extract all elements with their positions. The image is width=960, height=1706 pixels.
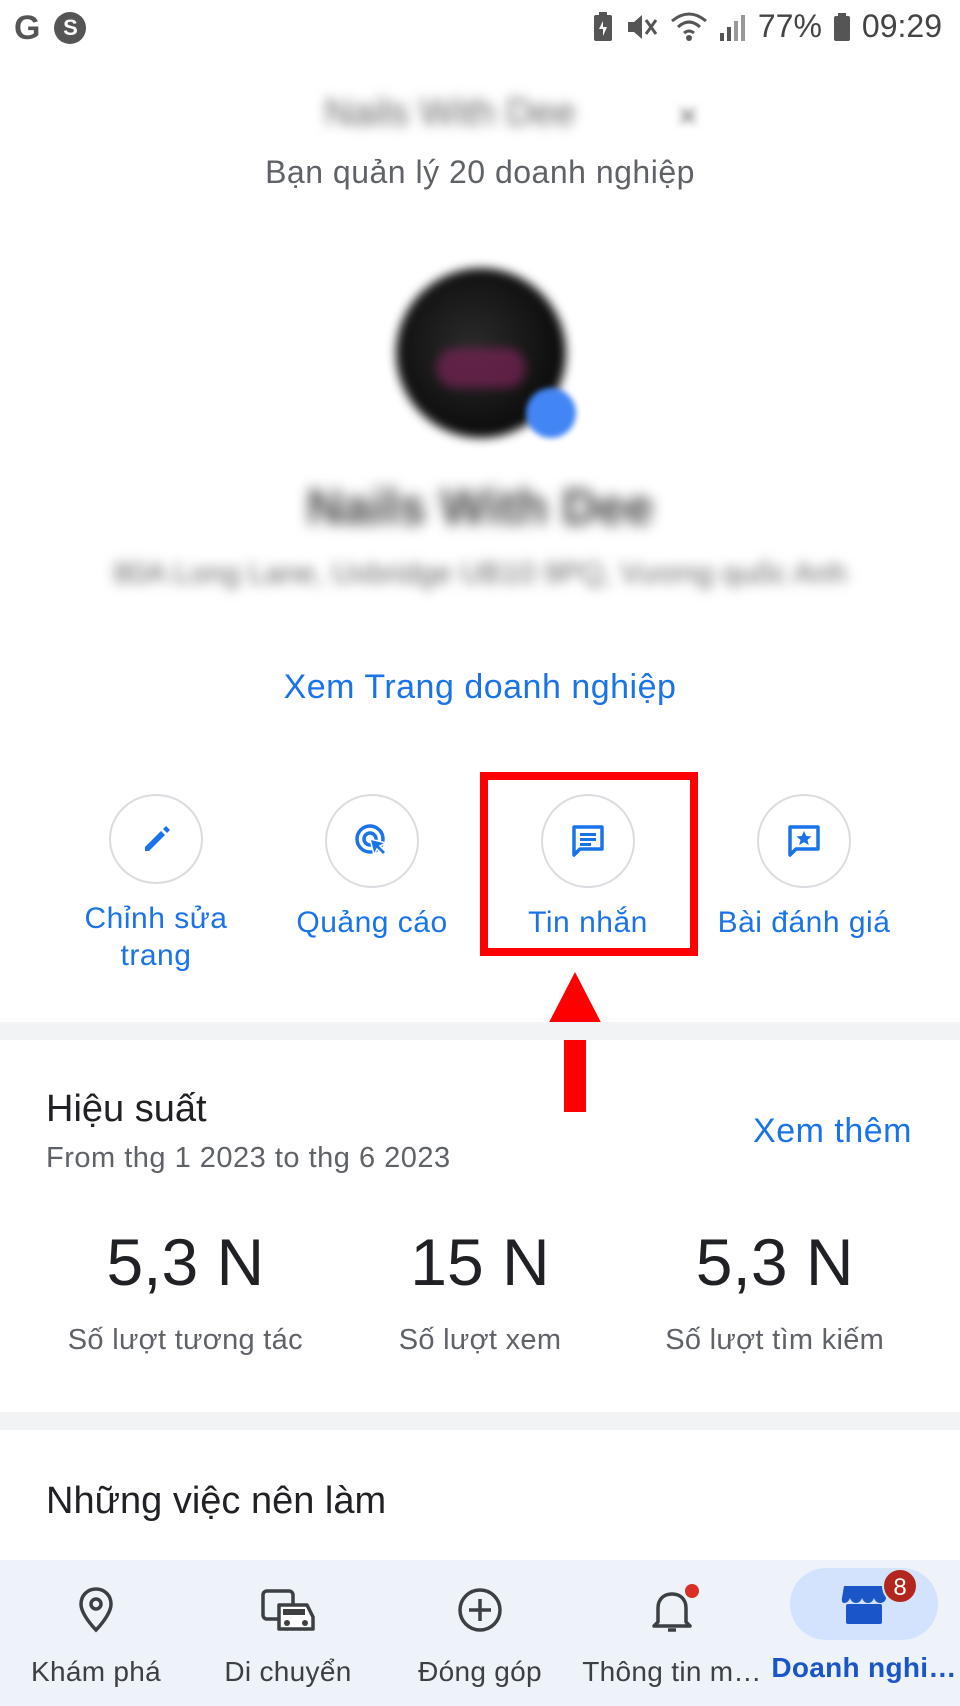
section-divider: [0, 1412, 960, 1430]
edit-page-action[interactable]: Chỉnh sửa trang: [48, 794, 264, 974]
notification-badge: 8: [882, 1568, 918, 1604]
todo-title: Những việc nên làm: [46, 1480, 387, 1522]
nav-label: Khám phá: [30, 1656, 162, 1687]
add-circle-icon: [458, 1588, 502, 1632]
business-address: 80A Long Lane, Uxbridge UB10 9PQ, Vương …: [113, 557, 847, 590]
stat-interactions[interactable]: 5,3 N Số lượt tương tác: [38, 1222, 333, 1357]
nav-commute[interactable]: Di chuyển: [192, 1560, 384, 1706]
nav-label: Di chuyển: [224, 1656, 352, 1687]
clock: 09:29: [861, 8, 942, 44]
pencil-icon: [145, 826, 170, 851]
nav-label: Doanh nghi…: [771, 1652, 957, 1683]
performance-stats: 5,3 N Số lượt tương tác 15 N Số lượt xem…: [38, 1222, 922, 1357]
nav-label: Thông tin m…: [582, 1656, 762, 1687]
stat-label: Số lượt xem: [398, 1324, 562, 1356]
performance-date-range: From thg 1 2023 to thg 6 2023: [46, 1142, 451, 1174]
stat-label: Số lượt tìm kiếm: [665, 1324, 885, 1356]
notification-dot: [685, 1584, 699, 1598]
nav-explore[interactable]: Khám phá: [0, 1560, 192, 1706]
business-name: Nails With Dee: [306, 479, 654, 535]
account-name[interactable]: Nails With Dee: [290, 92, 610, 142]
action-label: Quảng cáo: [296, 906, 448, 939]
reviews-action[interactable]: Bài đánh giá: [696, 794, 912, 974]
stat-views[interactable]: 15 N Số lượt xem: [333, 1222, 628, 1357]
stat-value: 15 N: [410, 1225, 550, 1299]
commute-icon: [261, 1589, 315, 1631]
stat-value: 5,3 N: [695, 1225, 854, 1299]
battery-percent: 77%: [757, 8, 822, 44]
arrow-up-icon: [543, 972, 607, 1112]
shazam-icon: S: [54, 12, 87, 44]
action-label: Chỉnh sửa trang: [84, 902, 228, 972]
close-icon[interactable]: ✕: [676, 100, 699, 133]
action-label: Bài đánh giá: [717, 906, 891, 939]
battery-saver-icon: [593, 11, 612, 41]
storefront-icon: [841, 1586, 886, 1624]
review-star-icon: [788, 825, 820, 857]
performance-title: Hiệu suất: [46, 1088, 207, 1130]
bottom-navigation: Khám phá Di chuyển Đóng góp Thông tin m……: [0, 1560, 960, 1706]
see-more-link[interactable]: Xem thêm: [753, 1112, 912, 1151]
nav-business[interactable]: 8 Doanh nghi…: [768, 1560, 960, 1706]
ads-icon: [355, 824, 389, 858]
battery-icon: [833, 12, 850, 41]
nav-contribute[interactable]: Đóng góp: [384, 1560, 576, 1706]
ads-action[interactable]: Quảng cáo: [264, 794, 480, 974]
view-business-page-link[interactable]: Xem Trang doanh nghiệp: [0, 668, 960, 707]
highlight-annotation-box: [480, 772, 698, 956]
wifi-icon: [670, 12, 707, 41]
mute-icon: [627, 14, 658, 39]
nav-updates[interactable]: Thông tin m…: [576, 1560, 768, 1706]
verified-badge-icon: [526, 388, 576, 438]
stat-searches[interactable]: 5,3 N Số lượt tìm kiếm: [627, 1222, 922, 1357]
status-bar: G S 77% 09:29: [0, 0, 960, 56]
signal-icon: [719, 14, 745, 41]
google-icon: G: [14, 9, 41, 47]
section-divider: [0, 1022, 960, 1040]
stat-label: Số lượt tương tác: [67, 1324, 303, 1356]
location-pin-icon: [79, 1587, 113, 1633]
stat-value: 5,3 N: [106, 1225, 265, 1299]
managed-businesses-text: Bạn quản lý 20 doanh nghiệp: [265, 154, 695, 190]
nav-label: Đóng góp: [418, 1656, 542, 1687]
